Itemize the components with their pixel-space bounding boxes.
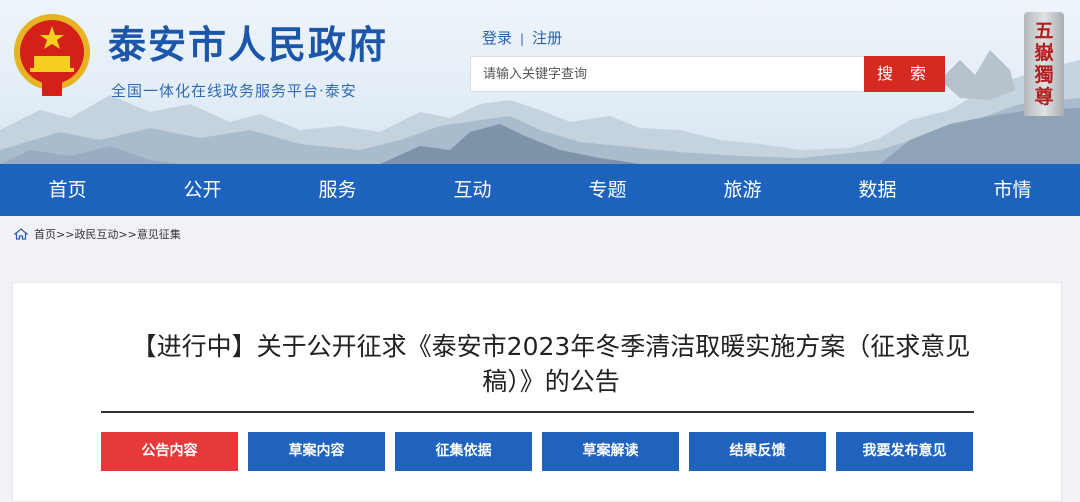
breadcrumb-separator: >>: [118, 227, 137, 241]
article-panel: 【进行中】关于公开征求《泰安市2023年冬季清洁取暖实施方案（征求意见稿）》的公…: [12, 282, 1062, 502]
breadcrumb-current[interactable]: 意见征集: [137, 226, 181, 242]
nav-item-interaction[interactable]: 互动: [405, 164, 540, 216]
breadcrumb-home[interactable]: 首页: [34, 226, 56, 242]
nav-item-city-info[interactable]: 市情: [945, 164, 1080, 216]
tab-basis[interactable]: 征集依据: [395, 432, 532, 471]
stele-inscription: 五嶽獨尊: [1034, 20, 1054, 108]
article-tabs: 公告内容 草案内容 征集依据 草案解读 结果反馈 我要发布意见: [101, 432, 973, 471]
home-icon: [14, 228, 28, 240]
tab-submit-opinion[interactable]: 我要发布意见: [836, 432, 973, 471]
national-emblem-icon: [14, 14, 90, 96]
site-header: 泰安市人民政府 全国一体化在线政务服务平台·泰安 登录 | 注册 搜 索 五嶽獨尊: [0, 0, 1080, 164]
nav-item-topics[interactable]: 专题: [540, 164, 675, 216]
main-nav: 首页 公开 服务 互动 专题 旅游 数据 市情: [0, 164, 1080, 216]
nav-item-public[interactable]: 公开: [135, 164, 270, 216]
nav-item-home[interactable]: 首页: [0, 164, 135, 216]
breadcrumb-separator: >>: [56, 227, 75, 241]
tab-announcement[interactable]: 公告内容: [101, 432, 238, 471]
breadcrumb: 首页 >> 政民互动 >> 意见征集: [0, 216, 1080, 252]
tab-draft-content[interactable]: 草案内容: [248, 432, 385, 471]
register-link[interactable]: 注册: [532, 29, 562, 47]
link-separator: |: [520, 32, 525, 46]
nav-item-tourism[interactable]: 旅游: [675, 164, 810, 216]
article-title: 【进行中】关于公开征求《泰安市2023年冬季清洁取暖实施方案（征求意见稿）》的公…: [131, 332, 971, 396]
search-button[interactable]: 搜 索: [864, 56, 945, 92]
nav-item-service[interactable]: 服务: [270, 164, 405, 216]
account-links: 登录 | 注册: [482, 27, 562, 48]
title-divider: [101, 411, 974, 413]
breadcrumb-section[interactable]: 政民互动: [74, 226, 118, 242]
search-input[interactable]: [471, 57, 865, 91]
tab-draft-interpretation[interactable]: 草案解读: [542, 432, 679, 471]
login-link[interactable]: 登录: [482, 29, 512, 47]
search-box: [470, 56, 865, 92]
site-title: 泰安市人民政府: [108, 23, 389, 67]
nav-item-data[interactable]: 数据: [810, 164, 945, 216]
site-subtitle: 全国一体化在线政务服务平台·泰安: [111, 82, 357, 100]
tab-feedback[interactable]: 结果反馈: [689, 432, 826, 471]
